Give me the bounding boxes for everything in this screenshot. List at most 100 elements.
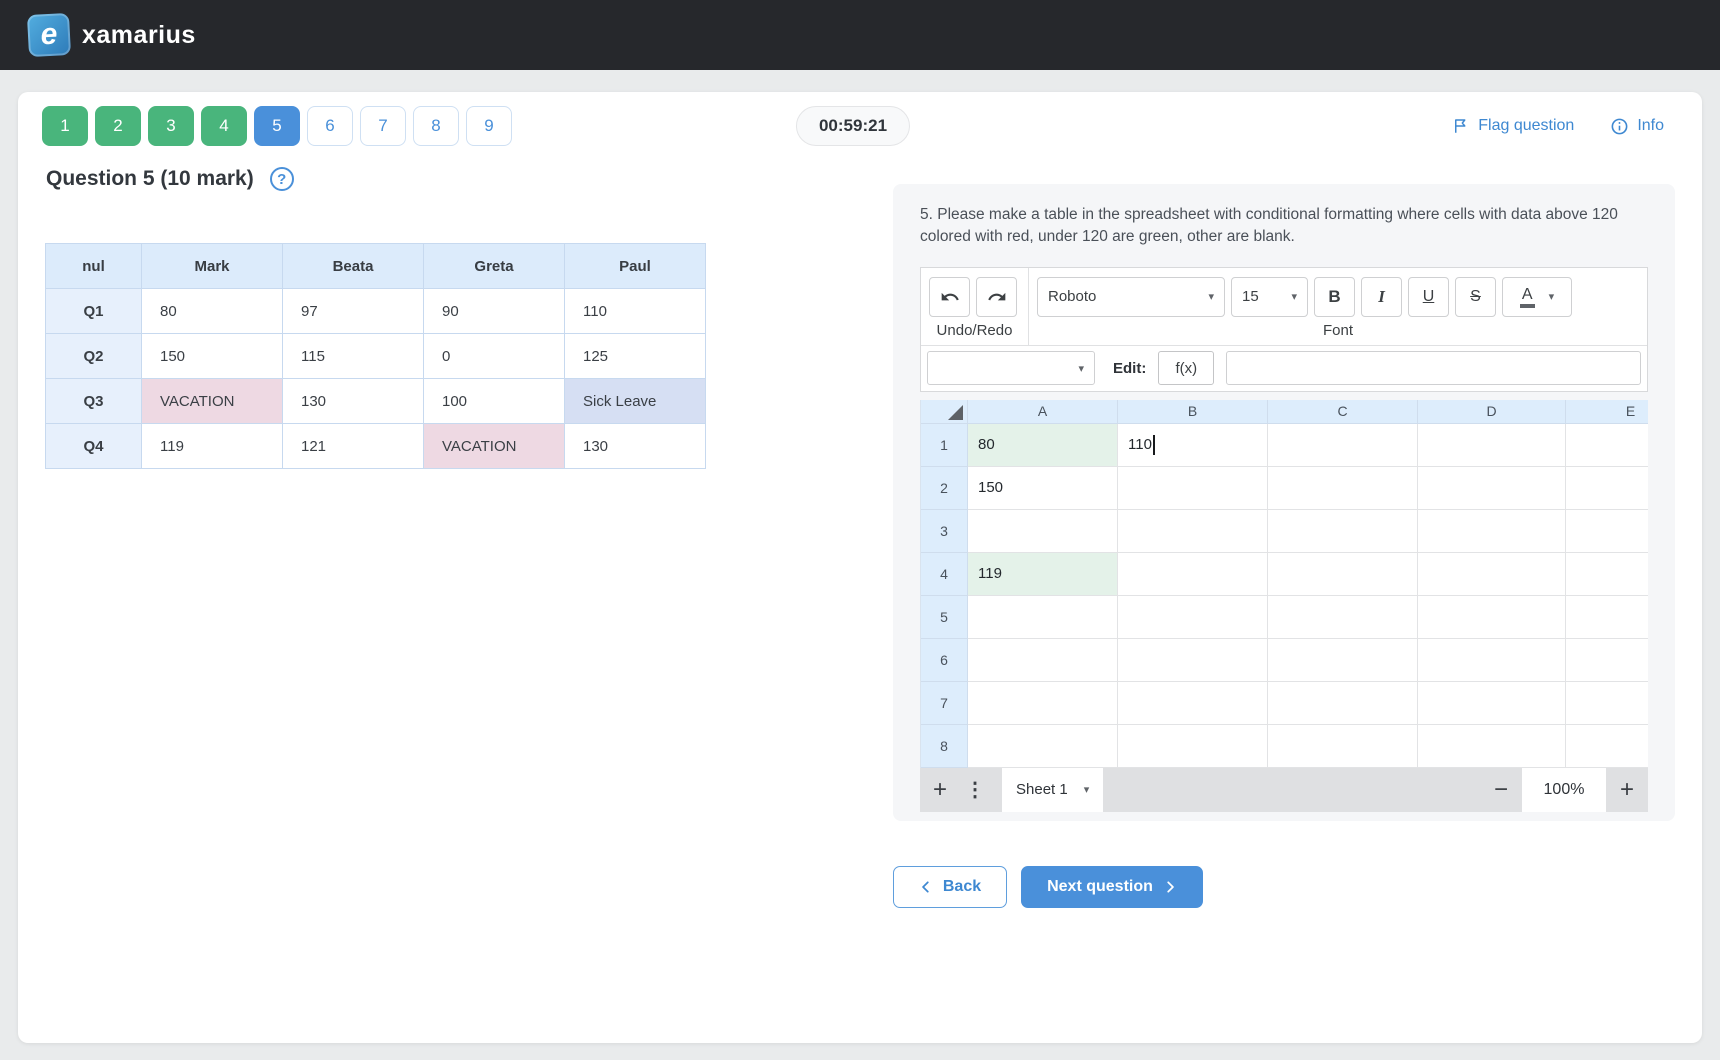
cell-E3[interactable] bbox=[1566, 510, 1648, 553]
cell-B3[interactable] bbox=[1118, 510, 1268, 553]
cell-E8[interactable] bbox=[1566, 725, 1648, 768]
row-header-4[interactable]: 4 bbox=[921, 553, 968, 596]
cell-A6[interactable] bbox=[968, 639, 1118, 682]
cell-B8[interactable] bbox=[1118, 725, 1268, 768]
cell-C7[interactable] bbox=[1268, 682, 1418, 725]
chevron-down-icon: ▾ bbox=[1208, 290, 1214, 303]
cell-name-box[interactable]: ▾ bbox=[927, 351, 1095, 385]
row-header-6[interactable]: 6 bbox=[921, 639, 968, 682]
cell-C3[interactable] bbox=[1268, 510, 1418, 553]
bold-button[interactable]: B bbox=[1314, 277, 1355, 317]
sheet-tab[interactable]: Sheet 1 ▾ bbox=[1002, 768, 1103, 812]
cell-C8[interactable] bbox=[1268, 725, 1418, 768]
cell-A4[interactable]: 119 bbox=[968, 553, 1118, 596]
grid-row-7: 7 bbox=[921, 682, 1648, 725]
cell-A8[interactable] bbox=[968, 725, 1118, 768]
row-header-2[interactable]: 2 bbox=[921, 467, 968, 510]
question-nav-button-4[interactable]: 4 bbox=[201, 106, 247, 146]
cell-C5[interactable] bbox=[1268, 596, 1418, 639]
text-color-button[interactable]: A ▾ bbox=[1502, 277, 1572, 317]
cell-B6[interactable] bbox=[1118, 639, 1268, 682]
grid-row-2: 2 150 bbox=[921, 467, 1648, 510]
cell-B5[interactable] bbox=[1118, 596, 1268, 639]
cell-A1[interactable]: 80 bbox=[968, 424, 1118, 467]
row-header-1[interactable]: 1 bbox=[921, 424, 968, 467]
cell-B2[interactable] bbox=[1118, 467, 1268, 510]
select-all-corner[interactable] bbox=[921, 400, 968, 424]
back-button[interactable]: Back bbox=[893, 866, 1007, 908]
cell-B4[interactable] bbox=[1118, 553, 1268, 596]
column-header-E[interactable]: E bbox=[1566, 400, 1648, 424]
column-header-greta: Greta bbox=[424, 244, 565, 289]
row-label-q2: Q2 bbox=[46, 334, 142, 379]
cell-E1[interactable] bbox=[1566, 424, 1648, 467]
question-nav-button-2[interactable]: 2 bbox=[95, 106, 141, 146]
column-header-paul: Paul bbox=[565, 244, 706, 289]
cell-A7[interactable] bbox=[968, 682, 1118, 725]
task-instruction: 5. Please make a table in the spreadshee… bbox=[920, 204, 1648, 249]
cell-E4[interactable] bbox=[1566, 553, 1648, 596]
redo-button[interactable] bbox=[976, 277, 1017, 317]
cell-E7[interactable] bbox=[1566, 682, 1648, 725]
cell-E5[interactable] bbox=[1566, 596, 1648, 639]
chevron-right-icon bbox=[1163, 880, 1177, 894]
formula-input[interactable] bbox=[1226, 351, 1641, 385]
column-header-C[interactable]: C bbox=[1268, 400, 1418, 424]
next-question-button[interactable]: Next question bbox=[1021, 866, 1203, 908]
question-actions: Back Next question bbox=[893, 866, 1203, 908]
cell-A3[interactable] bbox=[968, 510, 1118, 553]
cell-E6[interactable] bbox=[1566, 639, 1648, 682]
italic-icon: I bbox=[1378, 287, 1385, 307]
cell-C2[interactable] bbox=[1268, 467, 1418, 510]
cell-D8[interactable] bbox=[1418, 725, 1566, 768]
cell-D2[interactable] bbox=[1418, 467, 1566, 510]
cell-D7[interactable] bbox=[1418, 682, 1566, 725]
cell-C1[interactable] bbox=[1268, 424, 1418, 467]
row-header-3[interactable]: 3 bbox=[921, 510, 968, 553]
column-header-A[interactable]: A bbox=[968, 400, 1118, 424]
cell-D4[interactable] bbox=[1418, 553, 1566, 596]
question-nav-button-3[interactable]: 3 bbox=[148, 106, 194, 146]
cell-D1[interactable] bbox=[1418, 424, 1566, 467]
font-family-select[interactable]: Roboto ▾ bbox=[1037, 277, 1225, 317]
table-row: Q3 VACATION 130 100 Sick Leave bbox=[46, 379, 706, 424]
zoom-in-button[interactable]: + bbox=[1606, 776, 1648, 804]
question-nav-button-5[interactable]: 5 bbox=[254, 106, 300, 146]
row-header-8[interactable]: 8 bbox=[921, 725, 968, 768]
cell-A5[interactable] bbox=[968, 596, 1118, 639]
zoom-out-button[interactable]: − bbox=[1480, 776, 1522, 804]
row-header-7[interactable]: 7 bbox=[921, 682, 968, 725]
add-sheet-button[interactable]: + bbox=[920, 776, 960, 804]
undo-button[interactable] bbox=[929, 277, 970, 317]
text-color-icon: A bbox=[1520, 286, 1535, 308]
flag-question-button[interactable]: Flag question bbox=[1452, 117, 1574, 135]
column-header-mark: Mark bbox=[142, 244, 283, 289]
question-nav-button-7[interactable]: 7 bbox=[360, 106, 406, 146]
formula-fx-button[interactable]: f(x) bbox=[1158, 351, 1214, 385]
cell-B7[interactable] bbox=[1118, 682, 1268, 725]
table-cell: 90 bbox=[424, 289, 565, 334]
column-header-B[interactable]: B bbox=[1118, 400, 1268, 424]
question-nav-button-1[interactable]: 1 bbox=[42, 106, 88, 146]
cell-A2[interactable]: 150 bbox=[968, 467, 1118, 510]
font-size-select[interactable]: 15 ▾ bbox=[1231, 277, 1308, 317]
cell-D3[interactable] bbox=[1418, 510, 1566, 553]
cell-D5[interactable] bbox=[1418, 596, 1566, 639]
cell-B1[interactable]: 110 bbox=[1118, 424, 1268, 467]
cell-E2[interactable] bbox=[1566, 467, 1648, 510]
cell-C4[interactable] bbox=[1268, 553, 1418, 596]
underline-button[interactable]: U bbox=[1408, 277, 1449, 317]
sheet-menu-kebab-icon[interactable]: ⋮ bbox=[960, 777, 990, 802]
grid-row-6: 6 bbox=[921, 639, 1648, 682]
cell-D6[interactable] bbox=[1418, 639, 1566, 682]
info-button[interactable]: Info bbox=[1610, 117, 1664, 136]
italic-button[interactable]: I bbox=[1361, 277, 1402, 317]
cell-C6[interactable] bbox=[1268, 639, 1418, 682]
question-nav-button-8[interactable]: 8 bbox=[413, 106, 459, 146]
question-nav-button-6[interactable]: 6 bbox=[307, 106, 353, 146]
question-nav-button-9[interactable]: 9 bbox=[466, 106, 512, 146]
column-header-D[interactable]: D bbox=[1418, 400, 1566, 424]
row-header-5[interactable]: 5 bbox=[921, 596, 968, 639]
strikethrough-button[interactable]: S bbox=[1455, 277, 1496, 317]
help-icon[interactable]: ? bbox=[270, 167, 294, 191]
